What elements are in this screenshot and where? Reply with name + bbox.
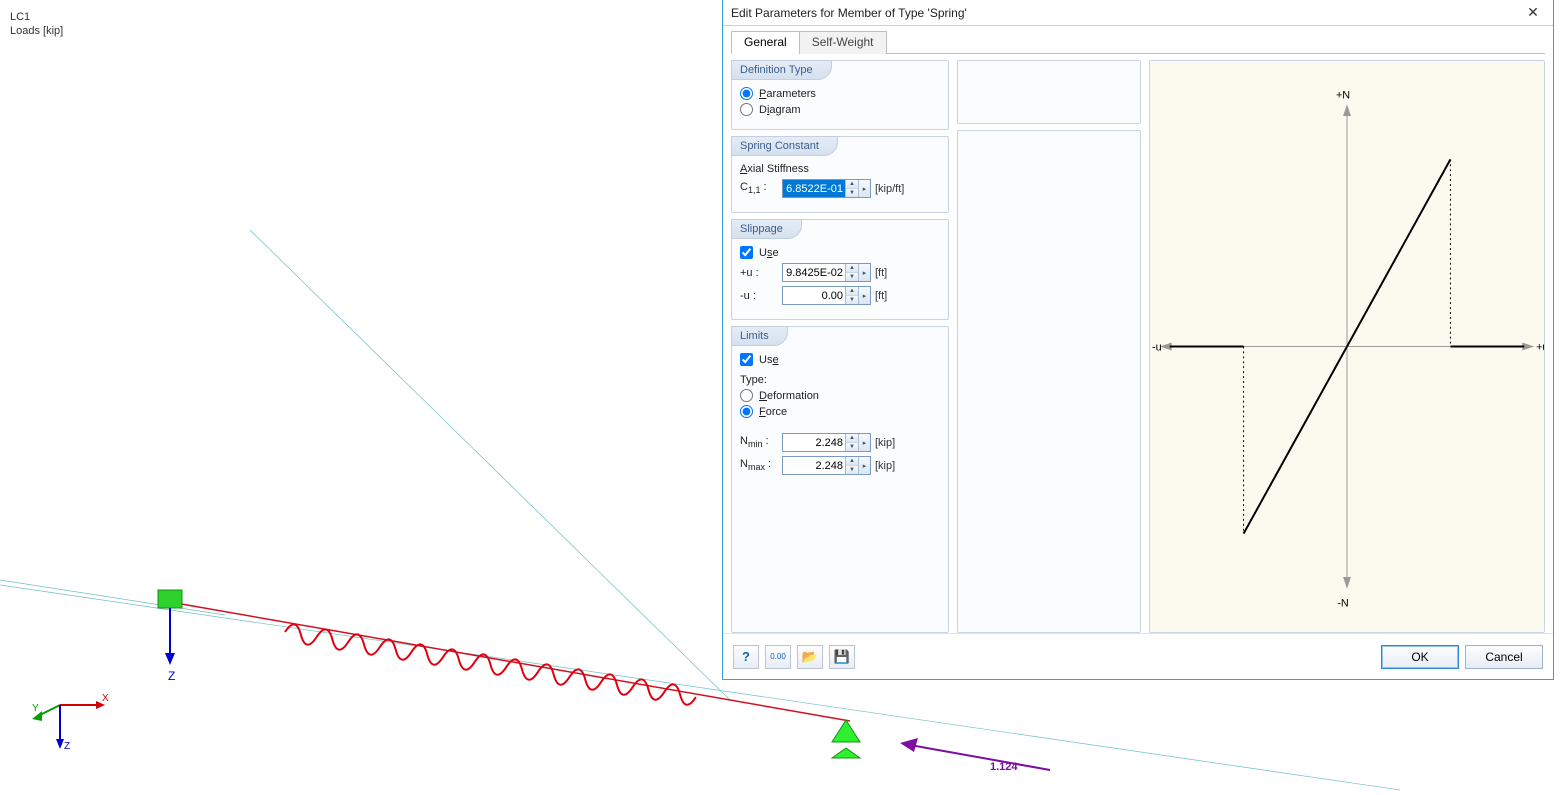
units-button[interactable]: 0.00 [765, 645, 791, 669]
nmax-input[interactable] [783, 457, 845, 474]
axis-z-label: Z [168, 669, 175, 683]
minus-u-spinbox[interactable]: ▲▼ ▸ [782, 286, 871, 305]
spin-menu-icon[interactable]: ▸ [858, 457, 870, 474]
close-button[interactable]: ✕ [1513, 0, 1553, 26]
spin-up-icon[interactable]: ▲ [846, 457, 858, 466]
check-slippage-use[interactable] [740, 246, 753, 259]
tabstrip: General Self-Weight [731, 30, 1545, 54]
units-icon: 0.00 [770, 652, 786, 661]
nmin-spinbox[interactable]: ▲▼ ▸ [782, 433, 871, 452]
folder-open-icon: 📂 [802, 649, 818, 665]
svg-text:Z: Z [64, 741, 70, 752]
spin-menu-icon[interactable]: ▸ [858, 264, 870, 281]
spin-up-icon[interactable]: ▲ [846, 287, 858, 296]
blank-panel-bottom [957, 130, 1141, 633]
minus-u-input[interactable] [783, 287, 845, 304]
save-icon: 💾 [834, 649, 850, 665]
help-button[interactable]: ? [733, 645, 759, 669]
radio-parameters[interactable] [740, 87, 753, 100]
c11-spinbox[interactable]: ▲▼ ▸ [782, 179, 871, 198]
group-limits: Limits Use Type: Deformation [731, 326, 949, 633]
radio-diagram[interactable] [740, 103, 753, 116]
dialog-bottom-bar: ? 0.00 📂 💾 OK Cancel [723, 633, 1553, 679]
legend-limits: Limits [731, 326, 788, 346]
spin-menu-icon[interactable]: ▸ [858, 180, 870, 197]
minus-u-label: -u : [740, 290, 778, 302]
svg-text:+N: +N [1336, 89, 1350, 101]
spin-up-icon[interactable]: ▲ [846, 264, 858, 273]
nmin-label: Nmin : [740, 435, 778, 449]
radio-parameters-label: PParametersarameters [759, 88, 816, 100]
edit-parameters-dialog: Edit Parameters for Member of Type 'Spri… [722, 0, 1554, 680]
group-slippage: Slippage Use +u : ▲▼ ▸ [731, 219, 949, 320]
c11-input[interactable] [783, 180, 845, 197]
spin-up-icon[interactable]: ▲ [846, 434, 858, 443]
svg-text:-u: -u [1152, 341, 1162, 353]
group-spring-constant: Spring Constant Axial Stiffness C1,1 : ▲… [731, 136, 949, 213]
close-icon: ✕ [1527, 4, 1539, 21]
radio-force-label: Force [759, 406, 787, 418]
plus-u-label: +u : [740, 267, 778, 279]
spin-down-icon[interactable]: ▼ [846, 296, 858, 304]
radio-force[interactable] [740, 405, 753, 418]
radio-diagram-label: Diagram [759, 104, 801, 116]
svg-text:Y: Y [32, 703, 39, 714]
nmax-label: Nmax : [740, 458, 778, 472]
svg-text:+u: +u [1536, 341, 1544, 353]
plus-u-spinbox[interactable]: ▲▼ ▸ [782, 263, 871, 282]
legend-spring-constant: Spring Constant [731, 136, 838, 156]
spin-up-icon[interactable]: ▲ [846, 180, 858, 189]
nmax-spinbox[interactable]: ▲▼ ▸ [782, 456, 871, 475]
dialog-title: Edit Parameters for Member of Type 'Spri… [731, 6, 967, 20]
help-icon: ? [742, 649, 750, 664]
axes-gizmo: X Y Z [30, 675, 110, 755]
spin-down-icon[interactable]: ▼ [846, 443, 858, 451]
spin-menu-icon[interactable]: ▸ [858, 287, 870, 304]
axial-stiffness-label: Axial Stiffness [740, 163, 940, 175]
check-slippage-use-label: Use [759, 247, 779, 259]
minus-u-unit: [ft] [875, 290, 887, 302]
blank-panel-top [957, 60, 1141, 124]
limits-type-label: Type: [740, 374, 940, 386]
c11-unit: [kip/ft] [875, 183, 904, 195]
spin-menu-icon[interactable]: ▸ [858, 434, 870, 451]
legend-slippage: Slippage [731, 219, 802, 239]
check-limits-use[interactable] [740, 353, 753, 366]
plus-u-unit: [ft] [875, 267, 887, 279]
plus-u-input[interactable] [783, 264, 845, 281]
spin-down-icon[interactable]: ▼ [846, 189, 858, 197]
svg-text:X: X [102, 693, 109, 704]
svg-text:-N: -N [1337, 598, 1348, 610]
spin-down-icon[interactable]: ▼ [846, 273, 858, 281]
save-button[interactable]: 💾 [829, 645, 855, 669]
radio-deformation[interactable] [740, 389, 753, 402]
c11-label: C1,1 : [740, 181, 778, 195]
nmin-input[interactable] [783, 434, 845, 451]
dialog-titlebar[interactable]: Edit Parameters for Member of Type 'Spri… [723, 0, 1553, 26]
spring-diagram-panel: +N -N +u -u [1149, 60, 1545, 633]
tab-self-weight[interactable]: Self-Weight [799, 31, 887, 54]
check-limits-use-label: Use [759, 354, 779, 366]
ok-button[interactable]: OK [1381, 645, 1459, 669]
load-value-label: 1.124 [990, 761, 1018, 773]
radio-deformation-label: Deformation [759, 390, 819, 402]
spin-down-icon[interactable]: ▼ [846, 466, 858, 474]
nmin-unit: [kip] [875, 437, 895, 449]
group-definition-type: Definition Type PParametersarameters Dia… [731, 60, 949, 130]
tab-general[interactable]: General [731, 31, 800, 54]
spring-diagram: +N -N +u -u [1150, 61, 1544, 632]
legend-definition-type: Definition Type [731, 60, 832, 80]
open-button[interactable]: 📂 [797, 645, 823, 669]
nmax-unit: [kip] [875, 460, 895, 472]
cancel-button[interactable]: Cancel [1465, 645, 1543, 669]
